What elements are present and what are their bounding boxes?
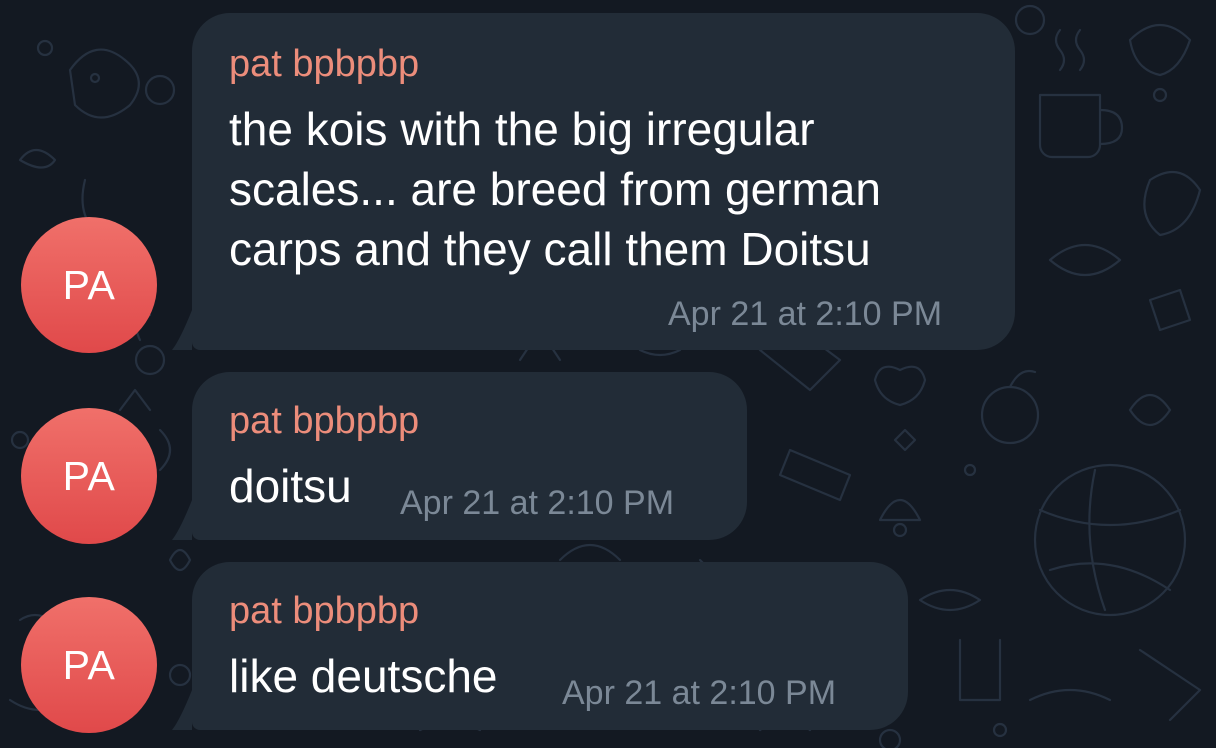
avatar-initials: PA <box>62 261 116 308</box>
message-timestamp: Apr 21 at 2:10 PM <box>562 674 837 712</box>
avatar[interactable]: PA <box>21 217 157 353</box>
avatar-initials: PA <box>62 641 116 688</box>
message-bubble[interactable]: pat bpbpbp doitsu Apr 21 at 2:10 PM <box>192 372 747 540</box>
sender-name[interactable]: pat bpbpbp <box>229 400 419 443</box>
message-timestamp: Apr 21 at 2:10 PM <box>668 295 943 333</box>
message-timestamp: Apr 21 at 2:10 PM <box>400 484 675 522</box>
message-bubble[interactable]: pat bpbpbp like deutsche Apr 21 at 2:10 … <box>192 562 908 730</box>
message-bubble[interactable]: pat bpbpbp the kois with the big irregul… <box>192 13 1015 350</box>
message-text-line: the kois with the big irregular <box>229 103 815 155</box>
message-text: doitsu <box>229 460 352 512</box>
avatar[interactable]: PA <box>21 408 157 544</box>
chat-view: PA pat bpbpbp the kois with the big irre… <box>0 0 1216 748</box>
message-text-line: scales... are breed from german <box>229 163 881 215</box>
message-text-line: carps and they call them Doitsu <box>229 223 871 275</box>
sender-name[interactable]: pat bpbpbp <box>229 43 419 86</box>
avatar[interactable]: PA <box>21 597 157 733</box>
sender-name[interactable]: pat bpbpbp <box>229 590 419 633</box>
avatar-initials: PA <box>62 452 116 499</box>
message-text: like deutsche <box>229 650 498 702</box>
